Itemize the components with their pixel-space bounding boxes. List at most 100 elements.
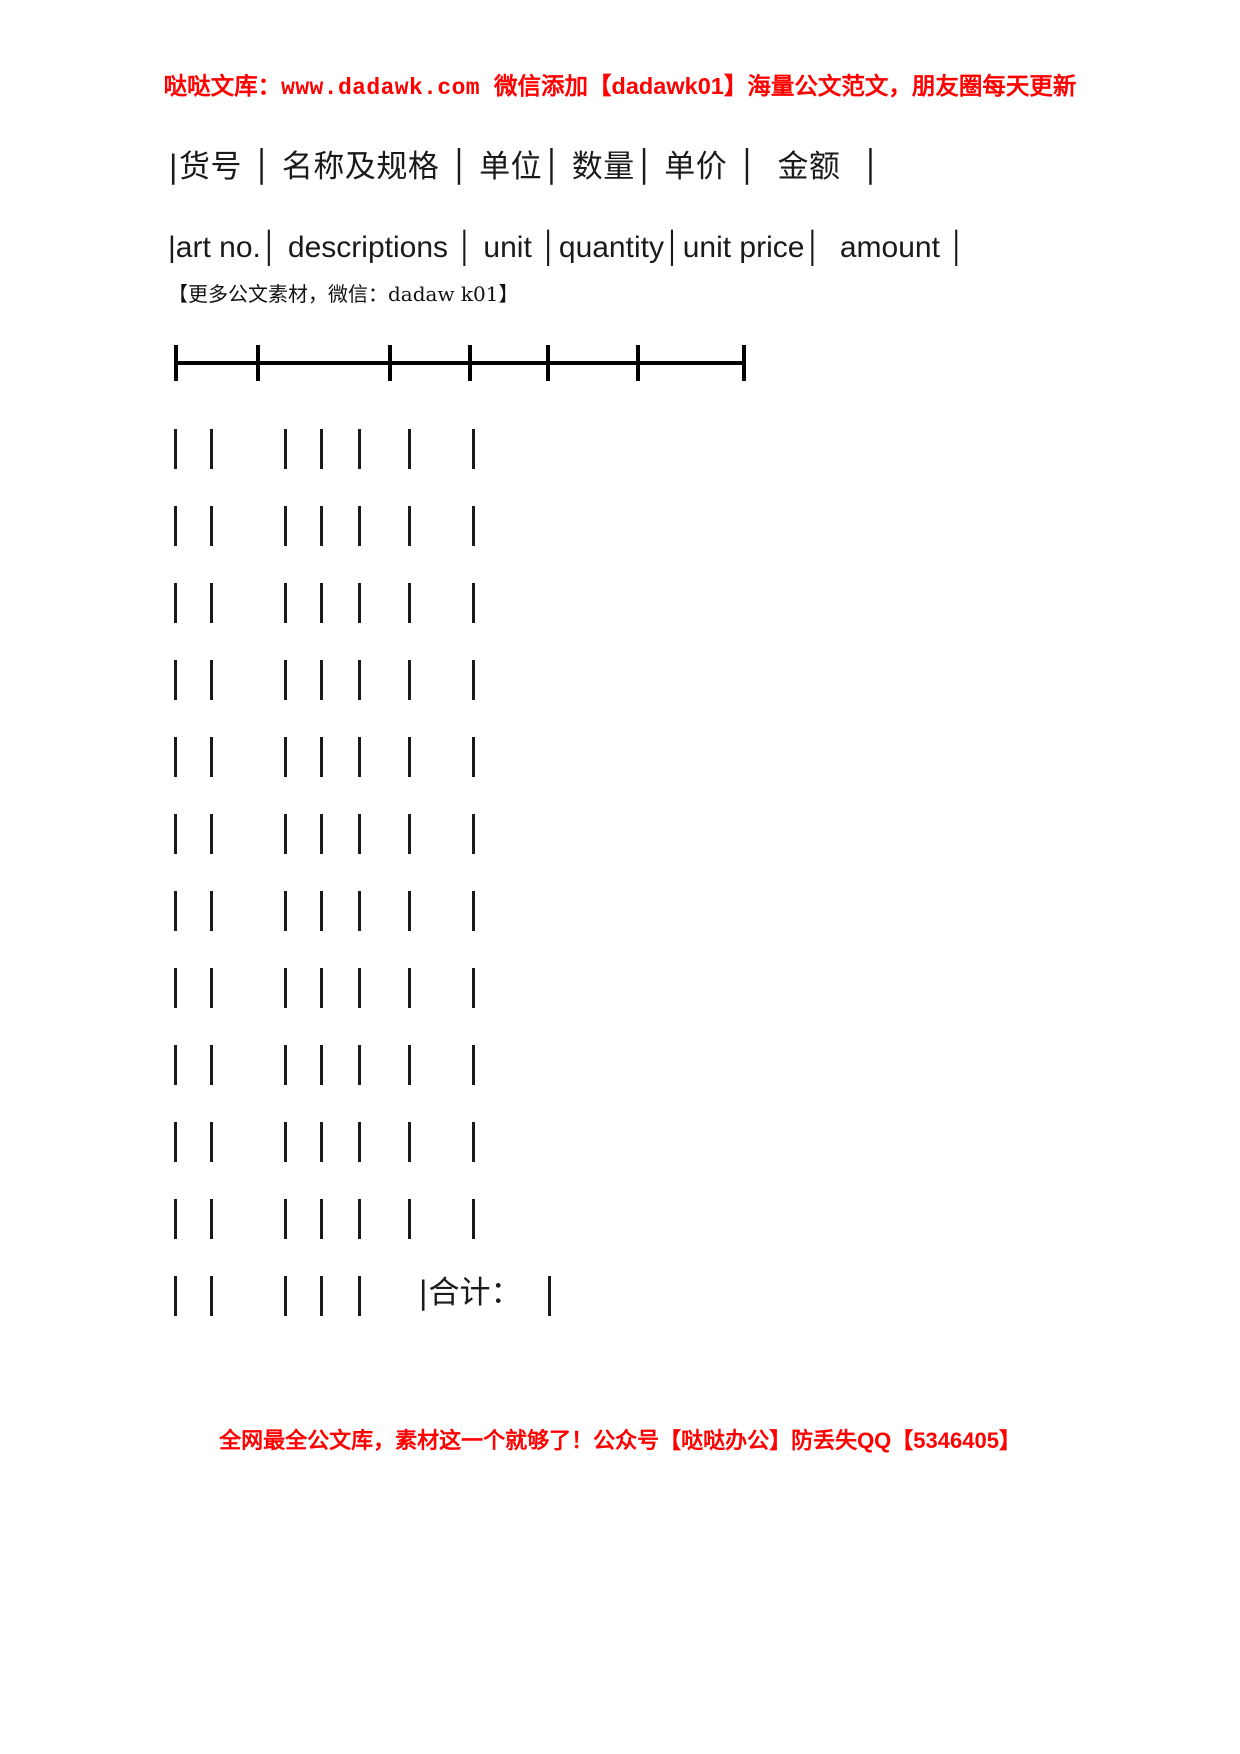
- cell-divider: [210, 737, 213, 777]
- cell-divider: [210, 968, 213, 1008]
- cell-divider: [284, 968, 287, 1008]
- cell-divider: [284, 891, 287, 931]
- cell-divider: [210, 1045, 213, 1085]
- cell-divider: [408, 1199, 411, 1239]
- cell-divider: [358, 968, 361, 1008]
- cell-divider: [320, 660, 323, 700]
- table-header-chinese: |货号 │ 名称及规格 │ 单位│ 数量│ 单价 │ 金额 │: [168, 149, 881, 185]
- table-row[interactable]: [168, 498, 768, 575]
- cell-divider: [548, 1276, 551, 1316]
- cell-divider: [408, 1122, 411, 1162]
- cell-divider: [408, 583, 411, 623]
- cell-divider: [174, 891, 177, 931]
- cell-divider: [358, 1045, 361, 1085]
- cell-divider: [472, 968, 475, 1008]
- table-row[interactable]: [168, 729, 768, 806]
- cell-divider: [174, 583, 177, 623]
- cell-divider: [408, 506, 411, 546]
- table-row[interactable]: [168, 960, 768, 1037]
- rule-tick: [468, 345, 472, 381]
- rule-tick: [546, 345, 550, 381]
- cell-divider: [408, 429, 411, 469]
- cell-divider: [472, 737, 475, 777]
- cell-divider: [320, 1276, 323, 1316]
- cell-divider: [472, 506, 475, 546]
- cell-divider: [358, 737, 361, 777]
- cell-divider: [174, 968, 177, 1008]
- cell-divider: [174, 737, 177, 777]
- document-page: 哒哒文库：www.dadawk.com 微信添加【dadawk01】海量公文范文，…: [0, 0, 1240, 1754]
- cell-divider: [210, 583, 213, 623]
- watermark-header: 哒哒文库：www.dadawk.com 微信添加【dadawk01】海量公文范文，…: [0, 73, 1240, 101]
- cell-divider: [472, 583, 475, 623]
- cell-divider: [320, 1199, 323, 1239]
- cell-divider: [472, 1199, 475, 1239]
- cell-divider: [472, 1122, 475, 1162]
- cell-divider: [210, 814, 213, 854]
- cell-divider: [358, 891, 361, 931]
- cell-divider: [210, 891, 213, 931]
- cell-divider: [320, 506, 323, 546]
- cell-divider: [472, 660, 475, 700]
- table-row[interactable]: [168, 652, 768, 729]
- table-template: |货号 │ 名称及规格 │ 单位│ 数量│ 单价 │ 金额 │ |art no.…: [168, 140, 1068, 1345]
- cell-divider: [174, 814, 177, 854]
- cell-divider: [320, 583, 323, 623]
- cell-divider: [174, 1276, 177, 1316]
- cell-divider: [472, 814, 475, 854]
- cell-divider: [284, 737, 287, 777]
- cell-divider: [174, 506, 177, 546]
- cell-divider: [284, 506, 287, 546]
- cell-divider: [174, 1199, 177, 1239]
- watermark-site-label: 哒哒文库：: [163, 73, 282, 99]
- rule-tick: [256, 345, 260, 381]
- cell-divider: [320, 429, 323, 469]
- cell-divider: [320, 814, 323, 854]
- rule-tick: [742, 345, 746, 381]
- rule-tick: [388, 345, 392, 381]
- cell-divider: [408, 891, 411, 931]
- cell-divider: [320, 968, 323, 1008]
- cell-divider: [472, 429, 475, 469]
- table-row[interactable]: [168, 1191, 768, 1268]
- rule-tick: [636, 345, 640, 381]
- cell-divider: [210, 429, 213, 469]
- cell-divider: [284, 583, 287, 623]
- cell-divider: [358, 506, 361, 546]
- cell-divider: [174, 1122, 177, 1162]
- cell-divider: [284, 1045, 287, 1085]
- cell-divider: [284, 1122, 287, 1162]
- cell-divider: [210, 1276, 213, 1316]
- cell-divider: [284, 814, 287, 854]
- table-row[interactable]: [168, 1037, 768, 1114]
- cell-divider: [320, 737, 323, 777]
- cell-divider: [284, 660, 287, 700]
- table-row[interactable]: [168, 421, 768, 498]
- watermark-site-url: www.dadawk.com: [281, 75, 480, 101]
- cell-divider: [358, 1122, 361, 1162]
- table-body: |合计：: [168, 421, 1068, 1345]
- cell-divider: [284, 1276, 287, 1316]
- cell-divider: [408, 660, 411, 700]
- watermark-inline: 【更多公文素材，微信：dadaw k01】: [168, 282, 519, 306]
- cell-divider: [210, 1122, 213, 1162]
- cell-divider: [210, 1199, 213, 1239]
- cell-divider: [320, 891, 323, 931]
- cell-divider: [174, 1045, 177, 1085]
- cell-divider: [472, 891, 475, 931]
- cell-divider: [472, 1045, 475, 1085]
- table-row[interactable]: [168, 806, 768, 883]
- table-row[interactable]: [168, 575, 768, 652]
- table-row[interactable]: [168, 883, 768, 960]
- cell-divider: [358, 1199, 361, 1239]
- cell-divider: [210, 506, 213, 546]
- table-rule: [168, 339, 768, 391]
- table-row[interactable]: [168, 1114, 768, 1191]
- table-header-english: |art no.│ descriptions │ unit │quantity│…: [168, 231, 967, 264]
- cell-divider: [210, 660, 213, 700]
- table-total-row[interactable]: |合计：: [168, 1268, 768, 1345]
- cell-divider: [284, 429, 287, 469]
- cell-divider: [174, 660, 177, 700]
- total-label: |合计：: [418, 1275, 522, 1311]
- cell-divider: [358, 660, 361, 700]
